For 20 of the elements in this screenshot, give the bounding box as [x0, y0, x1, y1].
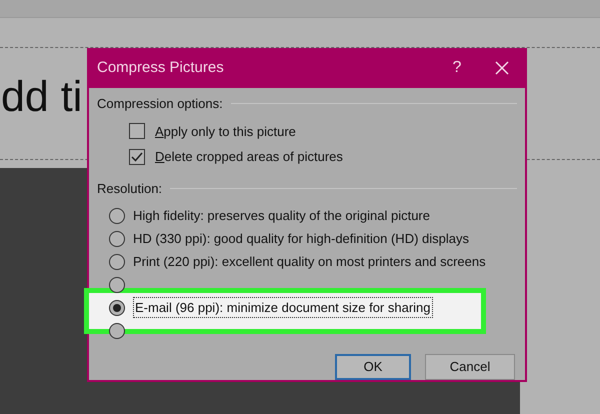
radio-button[interactable] [109, 230, 125, 246]
help-button[interactable]: ? [437, 56, 477, 80]
radio-option[interactable]: Print (220 ppi): excellent quality on most printers and screens [109, 252, 486, 272]
checkbox-option[interactable]: Delete cropped areas of pictures [129, 147, 343, 166]
radio-option[interactable]: HD (330 ppi): good quality for high-definition (HD) displays [109, 228, 469, 248]
checkbox[interactable] [129, 148, 145, 165]
radio-button[interactable] [109, 276, 125, 292]
radio-button[interactable] [109, 208, 125, 224]
dialog-button[interactable]: Cancel [425, 354, 515, 380]
group-label: Compression options: [97, 95, 223, 113]
checkmark-icon [131, 152, 143, 162]
close-icon [495, 61, 509, 75]
checkbox-option[interactable]: Apply only to this picture [129, 122, 296, 141]
group-label: Resolution: [97, 180, 162, 198]
checkbox[interactable] [129, 123, 145, 140]
radio-button[interactable] [109, 254, 125, 270]
radio-option[interactable]: High fidelity: preserves quality of the original picture [109, 206, 430, 226]
dialog-button[interactable]: OK [335, 354, 411, 380]
window-title: Compress Pictures [97, 58, 225, 78]
slide-title: dd ti [1, 76, 82, 119]
